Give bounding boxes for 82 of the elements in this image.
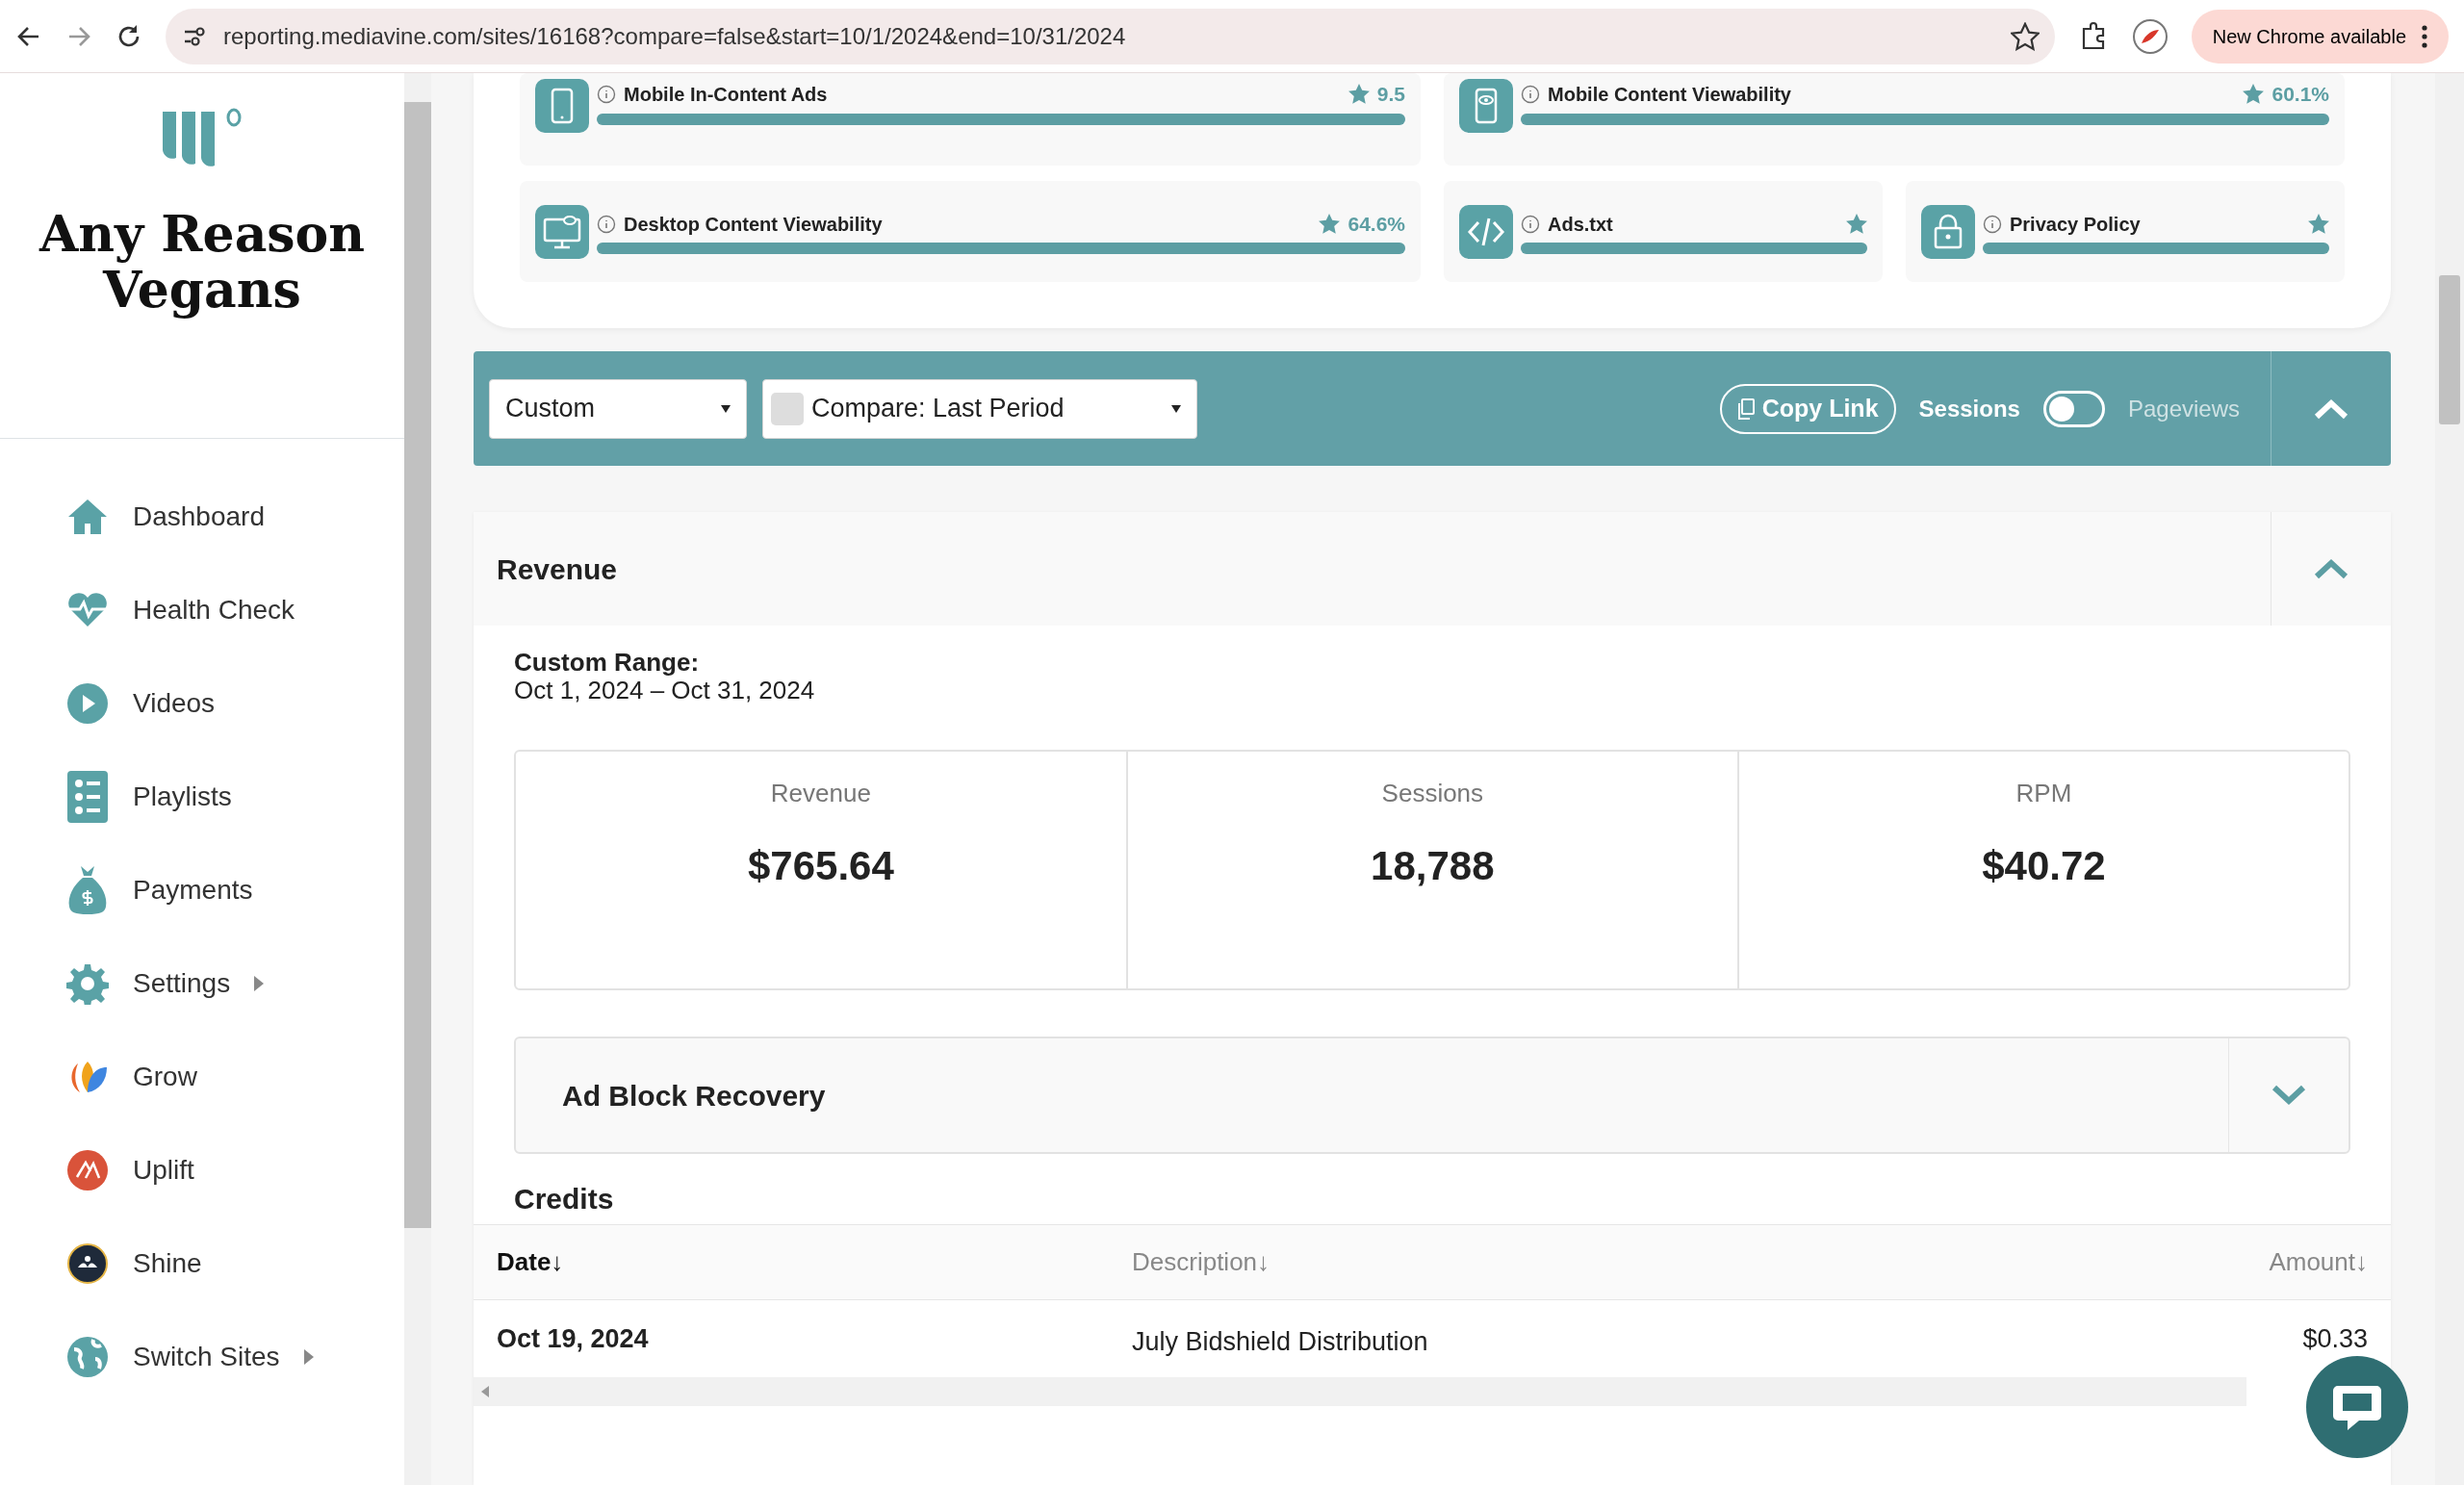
nav-item[interactable]: Grow xyxy=(65,1047,404,1107)
stat-label: Revenue xyxy=(770,778,871,810)
star-icon xyxy=(1348,84,1370,105)
phone-icon xyxy=(535,79,589,133)
uplift-icon xyxy=(66,1149,109,1191)
health-label: Mobile In-Content Ads xyxy=(624,82,828,107)
stat-label: RPM xyxy=(2015,778,2072,810)
code-icon xyxy=(1459,204,1513,259)
house-icon xyxy=(66,498,109,536)
url-text: reporting.mediavine.com/sites/16168?compare=false&start=10/1/2024&end=10/31/2024 xyxy=(223,21,1127,51)
nav-item[interactable]: Dashboard xyxy=(65,487,404,547)
shine-icon xyxy=(66,1242,109,1285)
heartbeat-icon xyxy=(66,592,109,628)
health-label: Desktop Content Viewability xyxy=(624,212,883,237)
scroll-left-icon[interactable] xyxy=(481,1386,489,1398)
table-cell-text: July Bidshield Distribution xyxy=(1132,1325,1429,1358)
nav-item[interactable]: Switch Sites xyxy=(65,1327,404,1387)
compare-checkbox[interactable] xyxy=(771,392,804,425)
info-icon[interactable] xyxy=(597,214,616,234)
phone-eye-icon xyxy=(1459,79,1513,133)
nav-item[interactable]: Settings xyxy=(65,954,404,1013)
nav-item[interactable]: Health Check xyxy=(65,580,404,640)
caret-icon xyxy=(721,404,731,413)
health-label: Ads.txt xyxy=(1548,212,1613,237)
compare-dropdown[interactable]: Compare: Last Period xyxy=(762,378,1197,439)
nav-item[interactable]: Shine xyxy=(65,1234,404,1293)
info-icon[interactable] xyxy=(1521,84,1540,104)
range-dates: Oct 1, 2024 – Oct 31, 2024 xyxy=(514,676,816,704)
profile-avatar-icon[interactable] xyxy=(2131,17,2169,55)
submenu-caret-icon xyxy=(302,1348,315,1366)
accordion-header[interactable]: Ad Block Recovery xyxy=(514,1037,2350,1155)
toggle-label: Sessions xyxy=(1918,394,2020,423)
star-icon xyxy=(2243,84,2265,105)
info-icon[interactable] xyxy=(1521,214,1540,234)
star-icon xyxy=(1319,214,1341,234)
bookmark-star-icon[interactable] xyxy=(2010,21,2040,51)
lock-icon xyxy=(1921,204,1975,259)
stat-value: $765.64 xyxy=(747,842,894,891)
health-score: 60.1% xyxy=(2272,82,2329,107)
money-bag-icon xyxy=(67,864,108,916)
range-dropdown[interactable]: Custom xyxy=(489,378,747,439)
health-label: Mobile Content Viewability xyxy=(1548,82,1791,107)
table-cell-text: Oct 19, 2024 xyxy=(497,1322,650,1355)
star-icon xyxy=(2308,214,2329,234)
stat-value: 18,788 xyxy=(1371,842,1495,891)
monitor-eye-icon xyxy=(535,204,589,259)
star-icon xyxy=(1846,214,1867,234)
submenu-caret-icon xyxy=(253,975,266,992)
nav-item[interactable]: Payments xyxy=(65,860,404,920)
table-cell-text: $0.33 xyxy=(2301,1322,2368,1355)
nav-item[interactable]: Playlists xyxy=(65,767,404,827)
globe-icon xyxy=(66,1336,109,1378)
info-icon[interactable] xyxy=(1983,214,2002,234)
page-scrollbar[interactable] xyxy=(2435,73,2464,1485)
section-title: Credits xyxy=(514,1182,615,1217)
horizontal-scrollbar[interactable] xyxy=(474,1377,2246,1407)
caret-icon xyxy=(1171,404,1181,413)
info-icon[interactable] xyxy=(597,84,616,104)
copy-icon xyxy=(1736,397,1755,420)
health-score: 9.5 xyxy=(1376,82,1405,107)
list-icon xyxy=(67,771,108,823)
play-icon xyxy=(66,682,109,725)
panel-title: Revenue xyxy=(497,551,619,587)
health-score: 64.6% xyxy=(1348,211,1405,237)
chevron-up-icon xyxy=(2314,397,2348,420)
gear-icon xyxy=(66,962,109,1005)
site-name: Any Reason Vegans xyxy=(38,206,367,319)
range-label: Custom Range: xyxy=(514,649,701,677)
update-chrome-button[interactable]: New Chrome available xyxy=(2191,9,2449,64)
column-header[interactable]: Date↓ xyxy=(497,1243,1132,1282)
metric-toggle[interactable] xyxy=(2042,390,2105,427)
address-bar[interactable]: reporting.mediavine.com/sites/16168?compare=false&start=10/1/2024&end=10/31/2024 xyxy=(166,8,2055,64)
sidebar-scrollbar[interactable] xyxy=(404,73,431,1485)
stat-value: $40.72 xyxy=(1982,842,2106,891)
chevron-up-icon xyxy=(2314,558,2348,579)
stat-label: Sessions xyxy=(1381,778,1484,810)
nav-item[interactable]: Uplift xyxy=(65,1140,404,1200)
logo-icon xyxy=(161,108,244,167)
more-options-icon xyxy=(2422,24,2427,48)
toggle-label: Pageviews xyxy=(2127,394,2240,423)
health-label: Privacy Policy xyxy=(2010,212,2141,237)
nav-item[interactable]: Videos xyxy=(65,674,404,733)
